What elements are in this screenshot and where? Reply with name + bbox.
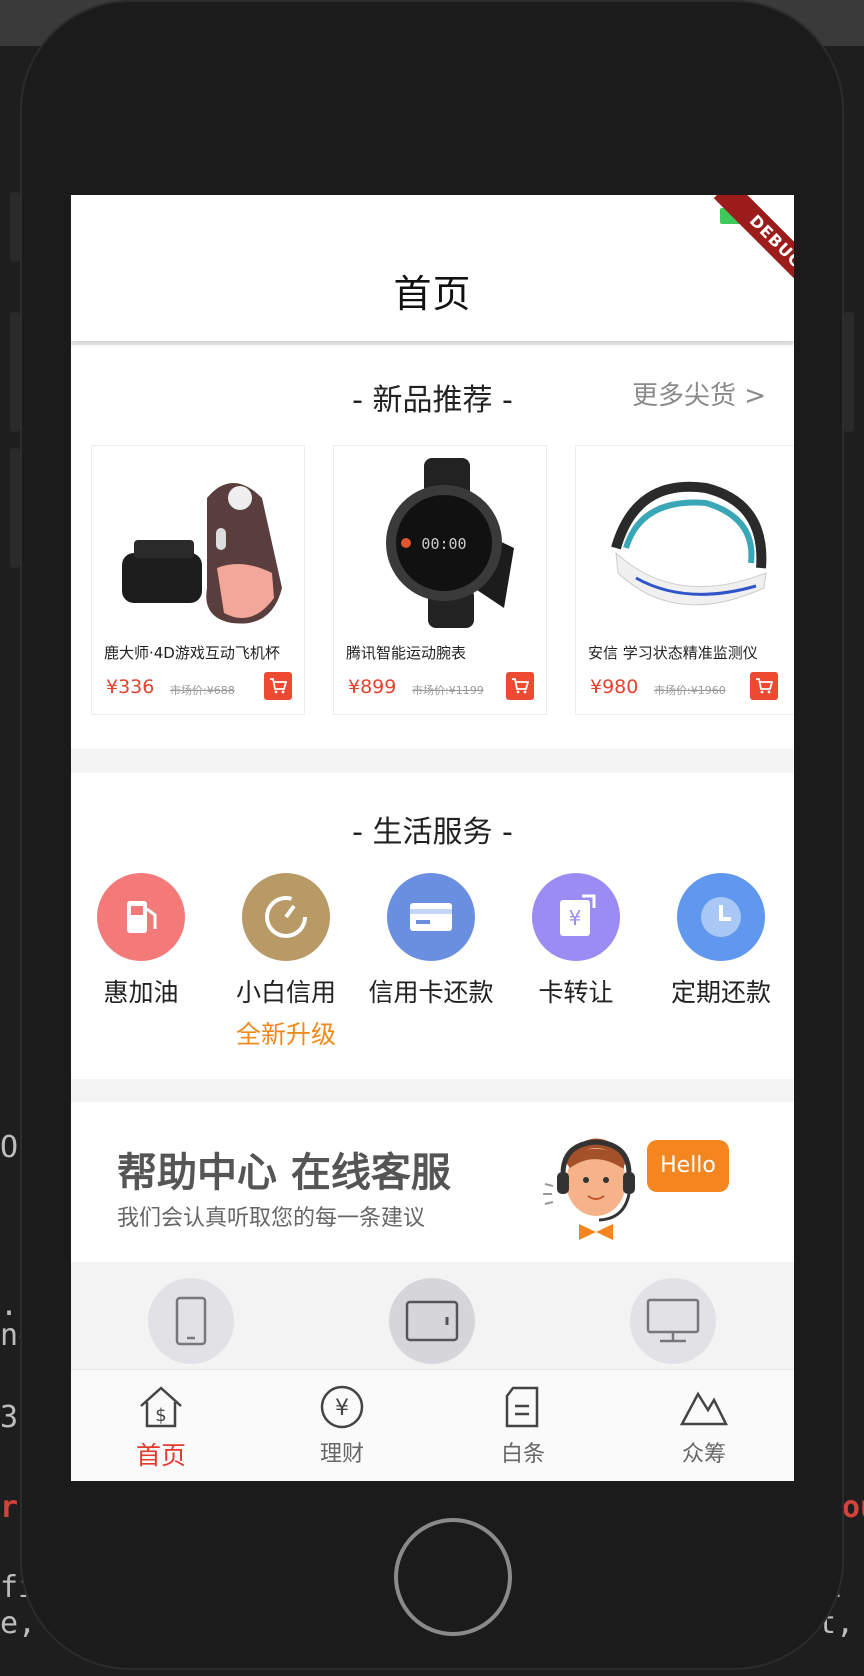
tab-home[interactable]: $ 首页 xyxy=(91,1384,231,1472)
product-market-price: 市场价:¥688 xyxy=(170,684,235,697)
life-services-section: - 生活服务 - 惠加油 小白信用 全新升级 信用卡还款 ¥ 卡转让 定期还款 xyxy=(71,773,794,1079)
service-card-transfer[interactable]: ¥ 卡转让 xyxy=(506,873,646,1009)
more-products-link[interactable]: 更多尖货 > xyxy=(632,375,766,412)
product-name: 安信 学习状态精准监测仪 xyxy=(588,644,758,662)
cart-icon xyxy=(270,678,287,694)
add-to-cart-button[interactable] xyxy=(506,672,534,700)
fuel-pump-icon xyxy=(97,873,185,961)
service-label: 定期还款 xyxy=(670,978,771,1007)
tab-label: 首页 xyxy=(135,1441,186,1470)
service-credit[interactable]: 小白信用 全新升级 xyxy=(216,873,356,1051)
help-center-banner[interactable]: 帮助中心 在线客服 我们会认真听取您的每一条建议 Hello xyxy=(71,1102,794,1262)
service-scheduled-repay[interactable]: 定期还款 xyxy=(651,873,791,1009)
service-fuel[interactable]: 惠加油 xyxy=(71,873,211,1009)
editor-code-fragment: e, xyxy=(0,1606,37,1641)
service-upgrade-note: 全新升级 xyxy=(235,1020,336,1049)
product-name: 腾讯智能运动腕表 xyxy=(346,644,467,662)
service-label: 卡转让 xyxy=(538,978,614,1007)
app-screen: 首页 DEBUG - 新品推荐 - 更多尖货 > 鹿大师·4D游戏互动飞机杯 ¥… xyxy=(71,195,794,1481)
phone-device-icon[interactable] xyxy=(148,1278,234,1364)
product-market-price: 市场价:¥1199 xyxy=(412,684,484,697)
bottom-tab-bar: $ 首页 ¥ 理财 白条 众筹 xyxy=(71,1369,794,1481)
product-price: ¥336 xyxy=(106,676,155,698)
clock-icon xyxy=(677,873,765,961)
product-name: 鹿大师·4D游戏互动飞机杯 xyxy=(104,644,280,662)
tab-label: 白条 xyxy=(500,1442,545,1467)
life-services-title: - 生活服务 - xyxy=(352,815,513,850)
svg-text:00:00: 00:00 xyxy=(421,535,466,553)
add-to-cart-button[interactable] xyxy=(750,672,778,700)
power-button xyxy=(844,312,854,432)
hello-bubble: Hello xyxy=(647,1140,729,1192)
product-image-smartwatch: 00:00 xyxy=(354,458,526,628)
yen-circle-icon: ¥ xyxy=(320,1385,364,1429)
home-button[interactable] xyxy=(394,1518,512,1636)
product-card[interactable]: 安信 学习状态精准监测仪 ¥980 市场价:¥1960 xyxy=(575,445,794,715)
document-icon xyxy=(505,1386,539,1428)
credit-card-icon xyxy=(387,873,475,961)
mute-switch xyxy=(10,192,20,262)
customer-service-avatar-icon xyxy=(543,1138,635,1240)
service-label: 小白信用 xyxy=(235,978,336,1007)
tablet-device-icon[interactable] xyxy=(389,1278,475,1364)
device-category-strip xyxy=(71,1262,794,1374)
product-price: ¥980 xyxy=(590,676,639,698)
product-image-headband xyxy=(596,458,768,628)
product-market-price: 市场价:¥1960 xyxy=(654,684,726,697)
service-label: 信用卡还款 xyxy=(368,978,494,1007)
help-subtitle: 我们会认真听取您的每一条建议 xyxy=(117,1206,426,1231)
tab-label: 理财 xyxy=(319,1442,364,1467)
tab-crowdfunding[interactable]: 众筹 xyxy=(634,1384,774,1468)
desktop-device-icon[interactable] xyxy=(630,1278,716,1364)
help-title: 帮助中心 在线客服 xyxy=(117,1150,451,1196)
yen-transfer-icon: ¥ xyxy=(532,873,620,961)
cart-icon xyxy=(756,678,773,694)
new-products-section: - 新品推荐 - 更多尖货 > 鹿大师·4D游戏互动飞机杯 ¥336 市场价:¥… xyxy=(71,345,794,749)
tab-finance[interactable]: ¥ 理财 xyxy=(272,1384,412,1468)
gauge-icon xyxy=(242,873,330,961)
tab-baitiao[interactable]: 白条 xyxy=(453,1384,593,1468)
mountain-icon xyxy=(679,1391,729,1426)
tab-label: 众筹 xyxy=(681,1442,726,1467)
product-card[interactable]: 00:00 腾讯智能运动腕表 ¥899 市场价:¥1199 xyxy=(333,445,547,715)
product-price: ¥899 xyxy=(348,676,397,698)
svg-text:¥: ¥ xyxy=(335,1396,349,1421)
app-bar: 首页 xyxy=(71,195,794,341)
svg-text:$: $ xyxy=(155,1405,166,1426)
product-image-vr-headset xyxy=(112,458,284,628)
service-credit-card[interactable]: 信用卡还款 xyxy=(361,873,501,1009)
svg-text:¥: ¥ xyxy=(569,906,582,930)
add-to-cart-button[interactable] xyxy=(264,672,292,700)
cart-icon xyxy=(512,678,529,694)
volume-up-button xyxy=(10,312,20,432)
volume-down-button xyxy=(10,448,20,568)
product-card[interactable]: 鹿大师·4D游戏互动飞机杯 ¥336 市场价:¥688 xyxy=(91,445,305,715)
home-money-icon: $ xyxy=(140,1386,182,1428)
service-label: 惠加油 xyxy=(103,978,179,1007)
editor-code-fragment: ou xyxy=(842,1490,864,1525)
page-title: 首页 xyxy=(393,272,472,316)
